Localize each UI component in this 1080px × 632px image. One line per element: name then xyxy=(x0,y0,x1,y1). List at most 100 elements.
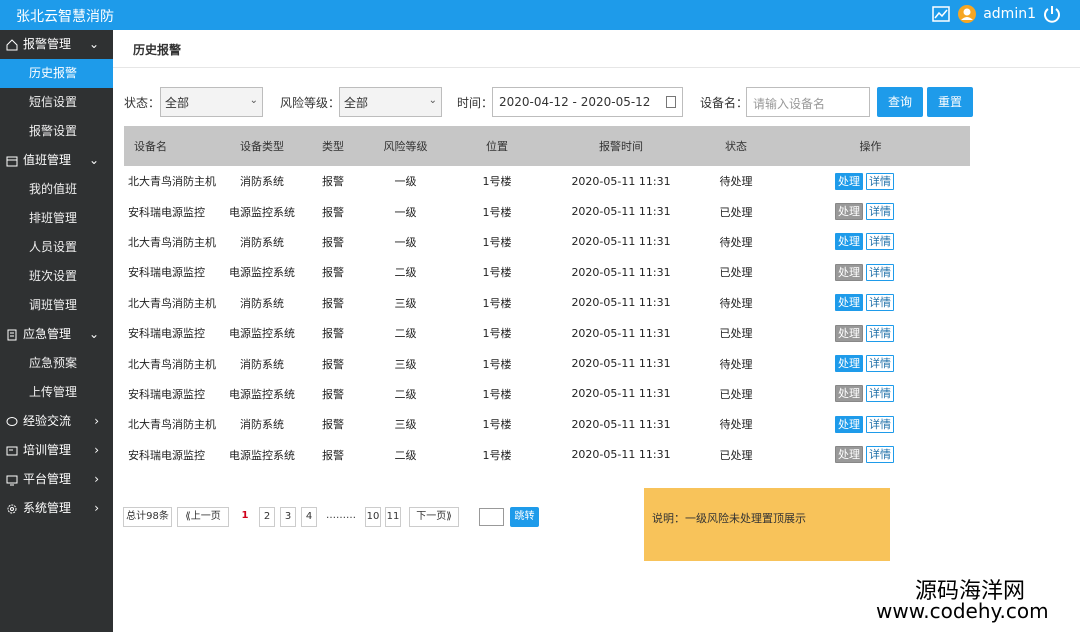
page-button[interactable]: 3 xyxy=(280,507,296,527)
reset-button[interactable]: 重置 xyxy=(927,87,973,117)
status-select[interactable]: 全部 ⌄ xyxy=(160,87,263,117)
query-button[interactable]: 查询 xyxy=(877,87,923,117)
page-button[interactable]: 11 xyxy=(385,507,401,527)
table-cell: 2020-05-11 11:31 xyxy=(571,205,671,219)
sidebar-group-experience[interactable]: 经验交流 › xyxy=(0,407,113,436)
process-button[interactable]: 处理 xyxy=(835,203,863,221)
status-select-value: 全部 xyxy=(165,96,190,110)
avatar[interactable] xyxy=(957,4,977,24)
pagination: 总计98条 ⟪上一页 1 2 3 4 ……… 10 11 下一页⟫ 跳转 xyxy=(123,507,543,529)
sidebar-item-schedule[interactable]: 排班管理 xyxy=(0,204,113,233)
detail-button[interactable]: 详情 xyxy=(866,415,894,433)
table-cell: 安科瑞电源监控 xyxy=(128,205,205,219)
detail-button[interactable]: 详情 xyxy=(866,324,894,342)
process-button[interactable]: 处理 xyxy=(835,385,863,403)
status-label: 状态： xyxy=(124,96,161,110)
process-button[interactable]: 处理 xyxy=(835,233,863,251)
table-cell: 报警 xyxy=(322,266,344,280)
process-button[interactable]: 处理 xyxy=(835,172,863,190)
sidebar-group-emergency[interactable]: 应急管理 ⌄ xyxy=(0,320,113,349)
sidebar-item-history-alarm[interactable]: 历史报警 xyxy=(0,59,113,88)
detail-button[interactable]: 详情 xyxy=(866,203,894,221)
page-button[interactable]: 10 xyxy=(365,507,381,527)
process-button[interactable]: 处理 xyxy=(835,294,863,312)
sidebar: 报警管理 ⌄ 历史报警 短信设置 报警设置 值班管理 ⌄ 我的值班 排班管理 人… xyxy=(0,30,113,632)
process-button[interactable]: 处理 xyxy=(835,324,863,342)
sidebar-item-staff[interactable]: 人员设置 xyxy=(0,233,113,262)
table-cell: 消防系统 xyxy=(240,296,284,310)
table-cell: 三级 xyxy=(394,418,417,432)
jump-button[interactable]: 跳转 xyxy=(510,507,539,527)
detail-button[interactable]: 详情 xyxy=(866,385,894,403)
page-button[interactable]: 2 xyxy=(259,507,275,527)
chart-icon[interactable] xyxy=(931,4,951,24)
note-box: 说明：一级风险未处理置顶展示 xyxy=(644,488,890,561)
prev-page-button[interactable]: ⟪上一页 xyxy=(177,507,229,527)
device-name-input[interactable]: 请输入设备名 xyxy=(746,87,870,117)
chevron-down-icon: ⌄ xyxy=(88,37,99,51)
detail-button[interactable]: 详情 xyxy=(866,446,894,464)
table-cell: 二级 xyxy=(394,448,417,462)
row-actions: 处理 详情 xyxy=(771,385,970,403)
main-content: 历史报警 状态： 全部 ⌄ 风险等级： 全部 ⌄ 时间： 2020-04-12 … xyxy=(113,30,1080,632)
risk-level-select[interactable]: 全部 ⌄ xyxy=(339,87,442,117)
chevron-right-icon: › xyxy=(94,414,99,428)
process-button[interactable]: 处理 xyxy=(835,263,863,281)
top-bar-right: admin1 xyxy=(931,4,1062,24)
row-actions: 处理 详情 xyxy=(771,263,970,281)
detail-button[interactable]: 详情 xyxy=(866,172,894,190)
sidebar-item-alarm-settings[interactable]: 报警设置 xyxy=(0,117,113,146)
table-cell: 报警 xyxy=(322,327,344,341)
gear-icon xyxy=(7,504,17,513)
table-cell: 北大青鸟消防主机 xyxy=(128,296,216,310)
home-icon xyxy=(6,38,18,50)
username[interactable]: admin1 xyxy=(983,6,1036,22)
sidebar-group-training[interactable]: 培训管理 › xyxy=(0,436,113,465)
sidebar-item-my-duty[interactable]: 我的值班 xyxy=(0,175,113,204)
chat-icon xyxy=(6,416,18,426)
process-button[interactable]: 处理 xyxy=(835,355,863,373)
table-cell: 待处理 xyxy=(719,175,753,189)
column-header: 报警时间 xyxy=(599,140,643,153)
process-button[interactable]: 处理 xyxy=(835,446,863,464)
sidebar-group-system[interactable]: 系统管理 › xyxy=(0,494,113,523)
sidebar-item-emergency-plan[interactable]: 应急预案 xyxy=(0,349,113,378)
device-name-label: 设备名： xyxy=(700,96,749,110)
jump-page-input[interactable] xyxy=(479,508,504,526)
sidebar-group-alarm[interactable]: 报警管理 ⌄ xyxy=(0,30,113,59)
column-header: 风险等级 xyxy=(383,140,428,153)
table-cell: 二级 xyxy=(394,266,417,280)
column-header: 类型 xyxy=(322,140,344,153)
sidebar-item-shifts[interactable]: 班次设置 xyxy=(0,262,113,291)
page-button-current[interactable]: 1 xyxy=(237,507,253,527)
page-button[interactable]: 4 xyxy=(301,507,317,527)
table-cell: 电源监控系统 xyxy=(229,205,295,219)
sidebar-group-label: 值班管理 xyxy=(23,153,72,167)
table-cell: 电源监控系统 xyxy=(229,266,295,280)
detail-button[interactable]: 详情 xyxy=(866,355,894,373)
detail-button[interactable]: 详情 xyxy=(866,294,894,312)
table-cell: 1号楼 xyxy=(482,357,512,371)
next-page-button[interactable]: 下一页⟫ xyxy=(409,507,459,527)
power-icon[interactable] xyxy=(1042,4,1062,24)
sidebar-group-duty[interactable]: 值班管理 ⌄ xyxy=(0,146,113,175)
detail-button[interactable]: 详情 xyxy=(866,263,894,281)
time-label: 时间： xyxy=(457,96,494,110)
detail-button[interactable]: 详情 xyxy=(866,233,894,251)
calendar-icon[interactable] xyxy=(666,96,676,108)
table-row: 安科瑞电源监控 电源监控系统 报警 二级 1号楼 2020-05-11 11:31 已处理 处… xyxy=(124,440,970,470)
sidebar-group-platform[interactable]: 平台管理 › xyxy=(0,465,113,494)
table-cell: 安科瑞电源监控 xyxy=(128,448,205,462)
table-cell: 1号楼 xyxy=(482,387,512,401)
table-cell: 报警 xyxy=(322,296,344,310)
table-cell: 报警 xyxy=(322,448,344,462)
process-button[interactable]: 处理 xyxy=(835,415,863,433)
table-cell: 2020-05-11 11:31 xyxy=(571,417,671,431)
sidebar-item-shift-swap[interactable]: 调班管理 xyxy=(0,291,113,320)
table-cell: 待处理 xyxy=(719,296,753,310)
sidebar-item-upload[interactable]: 上传管理 xyxy=(0,378,113,407)
date-range-input[interactable]: 2020-04-12 - 2020-05-12 xyxy=(492,87,683,117)
sidebar-group-label: 应急管理 xyxy=(23,327,72,341)
sidebar-item-sms-settings[interactable]: 短信设置 xyxy=(0,88,113,117)
table-cell: 1号楼 xyxy=(482,235,512,249)
